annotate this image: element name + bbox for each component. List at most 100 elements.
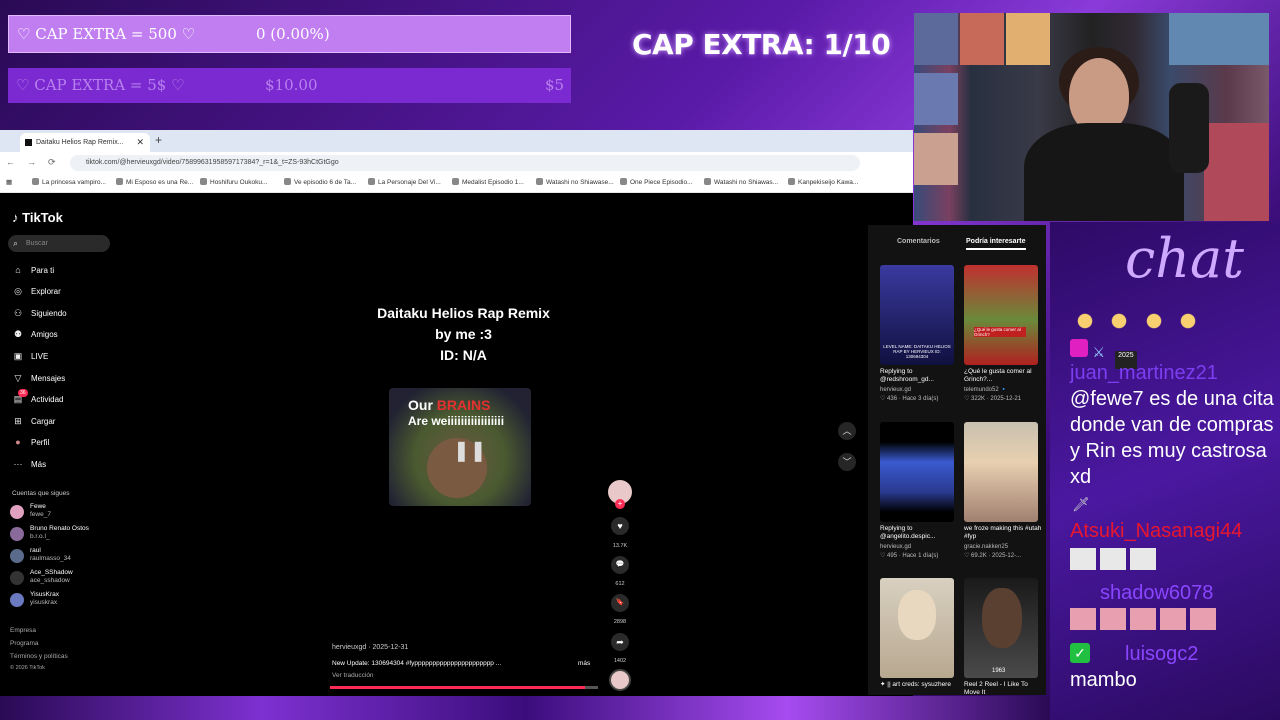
profile-icon: ● <box>15 437 21 447</box>
thumb-text: LEVEL NAME: DAITAKU HELIOS RAP BY HERVIE… <box>883 344 951 359</box>
suggestion-caption[interactable]: ¿Qué le gusta comer al Grinch?... <box>964 368 1042 384</box>
avatar <box>10 593 24 607</box>
suggestion-author[interactable]: gracie.nakken25 <box>964 543 1048 551</box>
cap-bar2-goal: $5 <box>545 76 565 94</box>
chat-title: chat <box>1125 227 1244 290</box>
cap-bar2-label: ♡ CAP EXTRA = 5$ ♡ <box>16 76 185 94</box>
suggestions-panel: Comentarios Podría interesarte LEVEL NAM… <box>868 225 1048 697</box>
nav-actividad[interactable]: ▤ Actividad 36 <box>12 389 63 406</box>
emote-icon <box>1175 310 1202 332</box>
nav-live[interactable]: ▣ LIVE <box>12 349 49 363</box>
nav-buttons[interactable]: ←→⟳ <box>6 157 68 168</box>
footer-programa[interactable]: Programa <box>10 640 39 647</box>
nav-mensajes[interactable]: ▽ Mensajes <box>12 371 66 385</box>
emote-row <box>1072 310 1205 337</box>
suggestion-caption[interactable]: Replying to @angelito.despic... <box>880 525 958 541</box>
chat-username: luisogc2 <box>1125 643 1199 665</box>
suggestion-thumb[interactable]: 1963 <box>964 578 1038 678</box>
chevron-down-icon[interactable]: ﹀ <box>838 453 856 471</box>
nav-siguiendo[interactable]: ⚇ Siguiendo <box>12 306 67 320</box>
bookmarks-bar: ▦ La princesa vampiro... Mi Esposo es un… <box>0 174 913 193</box>
suggestion-author[interactable]: telemundo52 🔹 <box>964 386 1048 394</box>
following-account[interactable]: YisusKrax yisuskrax <box>10 591 59 607</box>
suggestion-caption[interactable]: Replying to @redshroom_gd... <box>880 368 958 384</box>
chat-message: mambo <box>1070 669 1137 691</box>
following-account[interactable]: Bruno Renato Ostos b.r.o.l_ <box>10 525 89 541</box>
following-account[interactable]: raul raulmasso_34 <box>10 547 71 563</box>
suggestion-caption[interactable]: Reel 2 Reel - I Like To Move It <box>964 681 1042 697</box>
bookmark-item[interactable]: Watashi no Shiawas... <box>704 178 778 186</box>
check-badge-icon: ✓ <box>1070 643 1090 663</box>
nav-mas[interactable]: ··· Más <box>12 457 47 471</box>
upload-icon: ⊞ <box>14 416 22 426</box>
more-link[interactable]: más <box>578 660 590 667</box>
chevron-up-icon[interactable]: ︿ <box>838 422 856 440</box>
emote-icon <box>1070 608 1096 630</box>
browser-window: Daitaku Helios Rap Remix... ✕ + ←→⟳ tikt… <box>0 130 1046 696</box>
video-title: Daitaku Helios Rap Remix by me :3 ID: N/… <box>377 305 550 363</box>
video-progress-bar[interactable] <box>330 686 598 689</box>
emote-icon <box>1100 608 1126 630</box>
chat-username: shadow6078 <box>1100 582 1214 604</box>
footer-copyright: © 2026 TikTok <box>10 665 45 671</box>
chat-message: @fewe7 es de una cita donde van de compr… <box>1070 388 1274 488</box>
nav-cargar[interactable]: ⊞ Cargar <box>12 414 55 428</box>
suggestion-meta: ♡ 495 · Hace 1 día(s) <box>880 553 939 559</box>
url-field[interactable]: tiktok.com/@hervieuxgd/video/75899631958… <box>70 155 860 171</box>
video-player[interactable]: Our BRAINS Are weiiiiiiiiiiiiiiiii ❚❚ <box>389 388 531 506</box>
video-description: New Update: 130694304 #fyppppppppppppppp… <box>332 660 502 667</box>
stream-chat: chat ⚔ 2025 juan_martinez21 @fewe7 es de… <box>1050 222 1280 720</box>
suggestion-thumb[interactable]: ¿Qué le gusta comer al Grinch? <box>964 265 1038 365</box>
search-input[interactable]: ⌕ Buscar <box>8 235 110 252</box>
apps-grid-icon[interactable]: ▦ <box>6 178 12 186</box>
suggestion-thumb[interactable]: LEVEL NAME: DAITAKU HELIOS RAP BY HERVIE… <box>880 265 954 365</box>
suggestion-caption[interactable]: we froze making this #utah #fyp <box>964 525 1042 541</box>
emote-icon <box>1130 608 1156 630</box>
tab-comentarios[interactable]: Comentarios <box>897 238 940 245</box>
new-tab-button[interactable]: + <box>155 133 162 147</box>
more-icon: ··· <box>13 459 23 469</box>
follow-plus-icon[interactable]: + <box>615 499 625 509</box>
nav-explorar[interactable]: ◎ Explorar <box>12 284 61 298</box>
tab-podria-interesarte[interactable]: Podría interesarte <box>966 238 1026 250</box>
close-tab-icon[interactable]: ✕ <box>136 133 144 152</box>
suggestion-meta: ♡ 436 · Hace 3 día(s) <box>880 396 939 402</box>
nav-para-ti[interactable]: ⌂ Para ti <box>12 263 54 277</box>
sword-badge-icon: 🗡 <box>1072 496 1090 512</box>
bookmark-item[interactable]: Medalist Episodio 1... <box>452 178 524 186</box>
pause-icon[interactable]: ❚❚ <box>453 438 487 463</box>
bookmark-item[interactable]: La Personaje Del Vi... <box>368 178 441 186</box>
suggestion-thumb[interactable] <box>964 422 1038 522</box>
nav-perfil[interactable]: ● Perfil <box>12 435 49 449</box>
nav-amigos[interactable]: ⚉ Amigos <box>12 327 58 341</box>
bookmark-item[interactable]: Ve episodio 6 de Ta... <box>284 178 356 186</box>
comment-icon[interactable]: 💬 <box>611 556 629 574</box>
thumb-text: 1963 <box>992 668 1006 674</box>
browser-tab[interactable]: Daitaku Helios Rap Remix... ✕ <box>20 133 150 152</box>
suggestion-author[interactable]: hervieux.gd <box>880 543 964 551</box>
following-account[interactable]: Ace_SShadow ace_sshadow <box>10 569 73 585</box>
suggestion-thumb[interactable] <box>880 578 954 678</box>
bookmark-item[interactable]: Hoshifuru Oukoku... <box>200 178 267 186</box>
following-account[interactable]: Fewe fewe_7 <box>10 503 51 519</box>
footer-terminos[interactable]: Términos y políticas <box>10 653 68 660</box>
footer-empresa[interactable]: Empresa <box>10 627 36 634</box>
bookmark-icon[interactable]: 🔖 <box>611 594 629 612</box>
bookmark-item[interactable]: Kanpekiseijo Kawa... <box>788 178 858 186</box>
heart-icon[interactable]: ♥ <box>611 517 629 535</box>
sword-badge-icon: ⚔ <box>1092 344 1106 360</box>
share-icon[interactable]: ➦ <box>611 633 629 651</box>
video-author[interactable]: hervieuxgd · 2025-12-31 <box>332 644 408 651</box>
bookmark-item[interactable]: Watashi no Shiawase... <box>536 178 614 186</box>
gem-badge-icon <box>1070 339 1088 357</box>
badge-row: ✓ <box>1070 643 1090 663</box>
tiktok-logo[interactable]: ♪ TikTok <box>12 210 63 225</box>
translate-link[interactable]: Ver traducción <box>332 672 374 679</box>
suggestion-thumb[interactable] <box>880 422 954 522</box>
suggestion-caption[interactable]: ✦ || art creds: sysuzhere <box>880 681 958 689</box>
bookmark-item[interactable]: Mi Esposo es una Re... <box>116 178 193 186</box>
suggestion-author[interactable]: hervieux.gd <box>880 386 964 394</box>
bookmark-item[interactable]: La princesa vampiro... <box>32 178 106 186</box>
tiktok-favicon-icon <box>25 139 32 146</box>
bookmark-item[interactable]: One Piece Episodio... <box>620 178 693 186</box>
